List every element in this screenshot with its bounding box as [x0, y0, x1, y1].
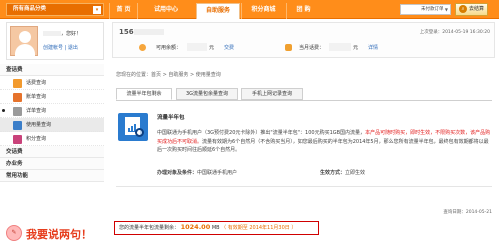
- last-login: 上次登录：2014-05-19 16:30:20: [419, 30, 490, 35]
- nav-tab-points-mall[interactable]: 积分商城: [241, 3, 285, 19]
- feedback-text: 我要说两句！: [26, 228, 92, 241]
- detail-list-icon: [13, 107, 22, 116]
- account-links[interactable]: 创建帐号 | 退出: [43, 44, 78, 51]
- available-balance-unit: 元: [209, 45, 215, 51]
- target-value: 中国联通手机用户: [197, 170, 238, 176]
- sidebar-section-query-fees[interactable]: 查话费: [0, 64, 104, 76]
- breadcrumb: 您现在的位置：首页 > 自助服务 > 使用量查询: [116, 72, 221, 78]
- sidebar-item-usage-query[interactable]: 使用量查询: [0, 118, 104, 132]
- avatar-head-shape: [19, 31, 31, 43]
- sidebar-item-label: 详单查询: [26, 108, 47, 114]
- avatar: [10, 26, 38, 56]
- tab-divider: [116, 100, 492, 101]
- activation-label: 生效方式：: [320, 170, 346, 176]
- package-desc-part2: 流量有效期为6个自然月（不含购买当月），如您最后购买的半年包为2014年5月，那…: [157, 138, 489, 154]
- checkout-button[interactable]: ⌕ 去结算: [455, 3, 488, 16]
- available-balance-value: [187, 43, 207, 51]
- checkout-label: 去结算: [469, 6, 485, 12]
- package-target: 办理对象及条件：中国联通手机用户: [157, 169, 237, 176]
- tab-internet-records[interactable]: 手机上网记录查询: [241, 88, 303, 100]
- order-select-value: 未付款订单: [421, 7, 444, 12]
- package-title: 流量半年包: [157, 115, 185, 121]
- package-desc-part1: 中国联通为手机用户（3G预付费20元卡除外）推出"流量半年包"：100元购买1G…: [157, 130, 366, 136]
- greeting-text: ，您好！: [61, 31, 82, 37]
- sidebar-item-points-query[interactable]: 积分查询: [0, 132, 104, 146]
- masked-username: [43, 31, 61, 36]
- top-nav: 所有商品分类 ▾ 首 页 试用中心 自助服务 积分商城 团 购 未付款订单 ▼ …: [0, 0, 499, 19]
- all-categories-menu[interactable]: 所有商品分类 ▾: [6, 3, 104, 16]
- chevron-down-icon: ▾: [93, 6, 101, 14]
- package-activation: 生效方式：立即生效: [320, 169, 365, 176]
- avatar-body-shape: [15, 44, 35, 56]
- tab-3g-package-balance[interactable]: 3G流量包余量查询: [176, 88, 238, 100]
- fee-icon: [13, 79, 22, 88]
- remaining-value: 1024.00: [180, 223, 211, 231]
- available-balance-label: 可用余额：: [156, 45, 182, 51]
- phone-prefix: 156: [119, 28, 134, 36]
- query-date: 查询日期：2014-05-21: [443, 210, 492, 215]
- dropdown-arrow-icon: ▼: [444, 7, 448, 12]
- expiry-date: （ 有效期至 2014年11月30日 ）: [221, 225, 297, 231]
- section-divider: [116, 186, 492, 187]
- remaining-unit: MB: [211, 225, 220, 231]
- activation-value: 立即生效: [345, 170, 366, 176]
- monthly-fee-unit: 元: [353, 45, 359, 51]
- package-description: 中国联通为手机用户（3G预付费20元卡除外）推出"流量半年包"：100元购买1G…: [157, 129, 493, 155]
- sidebar-item-label: 使用量查询: [26, 122, 52, 128]
- bill-icon: [13, 93, 22, 102]
- fee-detail-link[interactable]: 详情: [368, 43, 378, 53]
- nav-tab-group-buy[interactable]: 团 购: [286, 3, 320, 19]
- sidebar-item-label: 账单查询: [26, 94, 47, 100]
- sidebar-section-services[interactable]: 办业务: [0, 158, 104, 170]
- remaining-label: 您的流量半年包流量剩余：: [119, 225, 180, 231]
- sidebar-item-label: 积分查询: [26, 136, 47, 142]
- monthly-fee-label: 当月话费：: [299, 45, 325, 51]
- all-categories-label: 所有商品分类: [13, 6, 47, 12]
- monthly-fee-value: [329, 43, 351, 51]
- user-greeting: ，您好！: [43, 30, 81, 37]
- remaining-data-result: 您的流量半年包流量剩余： 1024.00 MB （ 有效期至 2014年11月3…: [114, 221, 319, 235]
- sidebar: 查话费 话费查询 账单查询 详单查询 使用量查询 积分查询 交话费 办业务 常用…: [0, 64, 104, 182]
- user-panel: ，您好！ 创建帐号 | 退出: [6, 22, 104, 60]
- recharge-link[interactable]: 交费: [224, 43, 234, 53]
- nav-tab-home[interactable]: 首 页: [109, 3, 137, 19]
- sidebar-section-common[interactable]: 常用功能: [0, 170, 104, 182]
- feedback-icon: ✎: [6, 225, 22, 241]
- sidebar-item-detail-query[interactable]: 详单查询: [0, 104, 104, 118]
- monthly-bill-icon: [285, 44, 292, 51]
- sidebar-item-fee-query[interactable]: 话费查询: [0, 76, 104, 90]
- usage-icon: [13, 121, 22, 130]
- nav-tab-self-service[interactable]: 自助服务: [196, 3, 240, 19]
- data-package-icon: [118, 113, 148, 141]
- order-select[interactable]: 未付款订单 ▼: [400, 4, 451, 15]
- target-label: 办理对象及条件：: [157, 170, 198, 176]
- tab-half-year-package[interactable]: 流量半年包剩余: [116, 88, 172, 100]
- cart-icon: ⌕: [459, 5, 467, 13]
- masked-phone-digits: [133, 29, 164, 35]
- balance-row: 可用余额： 元 交费 当月话费： 元 详情: [139, 43, 489, 55]
- balance-panel: 156 上次登录：2014-05-19 16:30:20 可用余额： 元 交费 …: [112, 22, 495, 58]
- points-icon: [13, 135, 22, 144]
- sidebar-section-pay-fees[interactable]: 交话费: [0, 146, 104, 158]
- sidebar-item-bill-query[interactable]: 账单查询: [0, 90, 104, 104]
- nav-tab-trial[interactable]: 试用中心: [137, 3, 194, 19]
- sidebar-item-label: 话费查询: [26, 80, 47, 86]
- balance-coin-icon: [139, 44, 146, 51]
- phone-number: 156: [119, 28, 164, 36]
- feedback-banner[interactable]: ✎ 我要说两句！: [0, 222, 100, 243]
- bullet-icon: [2, 109, 5, 112]
